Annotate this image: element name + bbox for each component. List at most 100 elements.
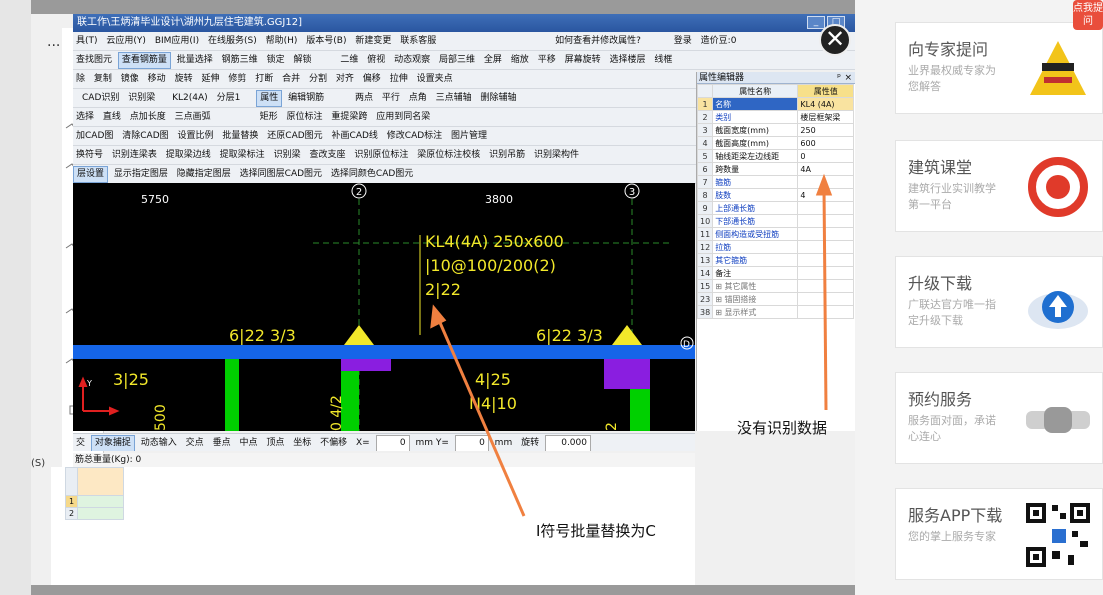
- property-row[interactable]: 7 箍筋: [696, 175, 854, 189]
- merge-button[interactable]: 合并: [279, 71, 303, 88]
- property-value[interactable]: 0: [797, 149, 854, 163]
- in-situ-label-button[interactable]: 原位标注: [283, 109, 325, 126]
- three-point-arc-button[interactable]: 三点画弧: [172, 109, 214, 126]
- dynamic-view-button[interactable]: 动态观察: [391, 52, 433, 69]
- menu-version[interactable]: 版本号(B): [303, 33, 349, 50]
- select-button[interactable]: 选择: [73, 109, 97, 126]
- layer-settings-button[interactable]: 层设置: [73, 166, 109, 183]
- rotate-angle-input[interactable]: 0.000: [544, 435, 591, 451]
- property-row[interactable]: 3 截面宽度(mm) 250: [696, 123, 854, 137]
- minimize-button[interactable]: _: [807, 16, 825, 29]
- point-angle-button[interactable]: 点角: [406, 90, 430, 107]
- unlock-button[interactable]: 解锁: [290, 52, 314, 69]
- ad-building-class[interactable]: 建筑课堂 建筑行业实训教学第一平台: [895, 140, 1103, 232]
- property-value[interactable]: 4: [797, 188, 854, 202]
- offset-mode-select[interactable]: 不偏移: [317, 435, 350, 451]
- property-row[interactable]: 12 拉筋: [696, 240, 854, 254]
- batch-replace-button[interactable]: 批量替换: [219, 128, 261, 145]
- snap-midpoint-toggle[interactable]: 中点: [236, 435, 260, 451]
- two-point-button[interactable]: 两点: [352, 90, 376, 107]
- expand-icon[interactable]: ⊞: [715, 295, 724, 304]
- menu-bim[interactable]: BIM应用(I): [152, 33, 202, 50]
- stretch-button[interactable]: 拉伸: [387, 71, 411, 88]
- select-same-layer-button[interactable]: 选择同图层CAD图元: [237, 166, 325, 183]
- snap-intersection-toggle[interactable]: 交点: [183, 435, 207, 451]
- menu-cloud[interactable]: 云应用(Y): [103, 33, 149, 50]
- rotate-screen-button[interactable]: 屏幕旋转: [562, 52, 604, 69]
- break-button[interactable]: 打断: [252, 71, 276, 88]
- property-value[interactable]: [797, 214, 854, 228]
- property-value[interactable]: [797, 253, 854, 267]
- more-options-icon[interactable]: ...: [47, 34, 60, 50]
- check-support-button[interactable]: 查改支座: [306, 147, 348, 164]
- add-cad-button[interactable]: 加CAD图: [73, 128, 116, 145]
- snap-perpendicular-toggle[interactable]: 垂点: [210, 435, 234, 451]
- expand-icon[interactable]: ⊞: [715, 282, 724, 291]
- property-value[interactable]: [797, 227, 854, 241]
- grid-cell[interactable]: [77, 495, 124, 508]
- property-editor-close-icon[interactable]: ×: [844, 72, 852, 84]
- table-row[interactable]: 2: [65, 507, 124, 520]
- extract-beam-edge-button[interactable]: 提取梁边线: [163, 147, 214, 164]
- copy-button[interactable]: 复制: [91, 71, 115, 88]
- property-row[interactable]: 9 上部通长筋: [696, 201, 854, 215]
- trim-button[interactable]: 修剪: [225, 71, 249, 88]
- property-value[interactable]: 250: [797, 123, 854, 137]
- set-grip-button[interactable]: 设置夹点: [414, 71, 456, 88]
- property-value[interactable]: KL4 (4A): [797, 97, 854, 111]
- wireframe-button[interactable]: 线框: [651, 52, 675, 69]
- menu-contact[interactable]: 联系客服: [397, 33, 439, 50]
- menu-tools[interactable]: 具(T): [73, 33, 101, 50]
- delete-axis-button[interactable]: 删除辅轴: [478, 90, 520, 107]
- property-row[interactable]: 6 跨数量 4A: [696, 162, 854, 176]
- restore-cad-button[interactable]: 还原CAD图元: [264, 128, 325, 145]
- delete-button[interactable]: 除: [73, 71, 88, 88]
- pan-button[interactable]: 平移: [535, 52, 559, 69]
- y-input[interactable]: 0: [454, 435, 489, 451]
- swap-symbol-button[interactable]: 换符号: [73, 147, 106, 164]
- extend-button[interactable]: 延伸: [198, 71, 222, 88]
- property-row[interactable]: 10 下部通长筋: [696, 214, 854, 228]
- grid-cell[interactable]: [77, 507, 124, 520]
- property-row[interactable]: 23 ⊞ 锚固搭接: [696, 292, 854, 306]
- rectangle-button[interactable]: 矩形: [257, 109, 281, 126]
- select-floor-button[interactable]: 选择楼层: [606, 52, 648, 69]
- three-point-axis-button[interactable]: 三点辅轴: [433, 90, 475, 107]
- property-value[interactable]: [797, 175, 854, 189]
- ask-badge[interactable]: 点我提问: [1073, 0, 1103, 30]
- table-row[interactable]: 1: [65, 495, 124, 508]
- check-in-situ-button[interactable]: 梁原位标注校核: [414, 147, 483, 164]
- menu-new-change[interactable]: 新建变更: [352, 33, 394, 50]
- re-extract-span-button[interactable]: 重提梁跨: [328, 109, 370, 126]
- beam-kl4[interactable]: [73, 345, 695, 359]
- pin-icon[interactable]: ᵖ: [837, 72, 841, 84]
- layer-dropdown[interactable]: 分层1: [214, 90, 244, 107]
- recognize-beam-button[interactable]: 识别梁: [271, 147, 304, 164]
- property-value[interactable]: [797, 201, 854, 215]
- property-value[interactable]: 楼层框架梁: [797, 110, 854, 124]
- ad-appointment[interactable]: 预约服务 服务面对面，承诺心连心: [895, 372, 1103, 464]
- recognize-hanger-button[interactable]: 识别吊筋: [486, 147, 528, 164]
- recognize-in-situ-button[interactable]: 识别原位标注: [351, 147, 411, 164]
- recognize-beam-member-button[interactable]: 识别梁构件: [531, 147, 582, 164]
- show-layer-button[interactable]: 显示指定图层: [111, 166, 171, 183]
- property-value[interactable]: [797, 292, 854, 306]
- line-button[interactable]: 直线: [100, 109, 124, 126]
- snap-coordinate-toggle[interactable]: 坐标: [290, 435, 314, 451]
- top-view-button[interactable]: 俯视: [364, 52, 388, 69]
- expand-icon[interactable]: ⊞: [715, 308, 724, 317]
- image-manage-button[interactable]: 图片管理: [448, 128, 490, 145]
- property-row[interactable]: 38 ⊞ 显示样式: [696, 305, 854, 319]
- ad-app-download[interactable]: 服务APP下载 您的掌上服务专家: [895, 488, 1103, 580]
- cad-drawing[interactable]: 5750 3800 2 3 KL4(4A) 250x600 |10@100/20…: [73, 183, 695, 431]
- beam-name-dropdown[interactable]: KL2(4A): [169, 90, 211, 107]
- property-row[interactable]: 2 类别 楼层框架梁: [696, 110, 854, 124]
- close-overlay-button[interactable]: ✕: [819, 24, 851, 56]
- mirror-button[interactable]: 镜像: [118, 71, 142, 88]
- object-snap-toggle[interactable]: 对象捕捉: [90, 435, 135, 451]
- align-button[interactable]: 对齐: [333, 71, 357, 88]
- property-row[interactable]: 15 ⊞ 其它属性: [696, 279, 854, 293]
- property-value[interactable]: [797, 305, 854, 319]
- property-row[interactable]: 8 肢数 4: [696, 188, 854, 202]
- recognize-coupling-beam-button[interactable]: 识别连梁表: [109, 147, 160, 164]
